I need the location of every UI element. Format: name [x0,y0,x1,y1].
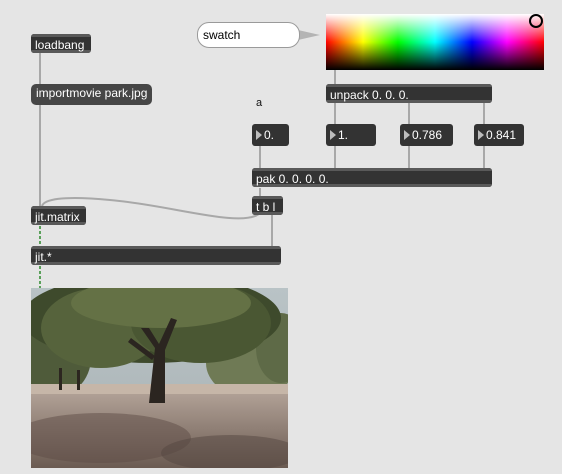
trigger-label: t b l [256,200,276,214]
number-box-4[interactable]: 0.841 [474,124,524,146]
pak-label: pak 0. 0. 0. 0. [256,172,329,186]
park-photo [31,288,288,468]
circle-ring-icon[interactable] [529,14,543,28]
color-picker[interactable] [326,14,544,70]
jit-mult-object[interactable]: jit.* [31,246,281,265]
swatch-label: swatch [203,28,241,42]
number-box-2[interactable]: 1. [326,124,376,146]
jit-matrix-label: jit.matrix [35,210,80,224]
number-box-3[interactable]: 0.786 [400,124,453,146]
loadbang-label: loadbang [35,38,85,52]
jit-pwindow-image [31,288,288,468]
swatch-message[interactable]: swatch [197,22,300,48]
unpack-object[interactable]: unpack 0. 0. 0. [326,84,492,103]
number-2-value: 1. [338,128,349,142]
unpack-label: unpack 0. 0. 0. [330,88,409,102]
number-3-value: 0.786 [412,128,443,142]
trigger-object[interactable]: t b l [252,196,283,215]
importmovie-label: importmovie park.jpg [36,86,148,100]
number-box-1[interactable]: 0. [252,124,289,146]
comment-a: a [256,97,263,109]
loadbang-object[interactable]: loadbang [31,34,91,53]
pak-object[interactable]: pak 0. 0. 0. 0. [252,168,492,187]
triangle-right-icon [478,130,484,140]
importmovie-message[interactable]: importmovie park.jpg [31,84,152,105]
jit-mult-label: jit.* [35,250,52,264]
jit-matrix-object[interactable]: jit.matrix [31,206,86,225]
number-1-value: 0. [264,128,275,142]
triangle-right-icon [404,130,410,140]
triangle-right-icon [256,130,262,140]
patcher-canvas[interactable]: loadbang importmovie park.jpg jit.matrix… [0,0,562,474]
triangle-right-icon [330,130,336,140]
swatch-tail [298,30,320,40]
number-4-value: 0.841 [486,128,517,142]
